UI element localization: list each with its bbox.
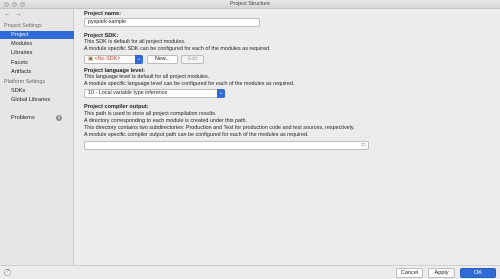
- sidebar-item-global-libraries[interactable]: Global Libraries: [0, 96, 74, 104]
- sidebar-item-libraries[interactable]: Libraries: [0, 49, 74, 57]
- compiler-output-desc-4: A module specific compiler output path c…: [84, 132, 309, 138]
- project-sdk-dropdown[interactable]: ▣ <No SDK> ⌄: [84, 55, 143, 64]
- edit-sdk-button[interactable]: Edit: [181, 55, 204, 64]
- sidebar-item-problems-label: Problems: [11, 115, 35, 121]
- project-sdk-selected: <No SDK>: [94, 56, 121, 62]
- compiler-output-input[interactable]: ▭: [84, 141, 369, 150]
- sdk-icon: ▣: [88, 56, 95, 62]
- sidebar-item-modules[interactable]: Modules: [0, 40, 74, 48]
- nav-arrows: ← →: [4, 11, 22, 18]
- language-level-desc-1: This language level is default for all p…: [84, 74, 210, 80]
- sidebar-item-artifacts[interactable]: Artifacts: [0, 68, 74, 76]
- compiler-output-label: Project compiler output:: [84, 104, 149, 110]
- project-sdk-desc-1: This SDK is default for all project modu…: [84, 39, 186, 45]
- dialog-footer: ? Cancel Apply OK: [0, 265, 500, 279]
- ok-button[interactable]: OK: [460, 268, 496, 278]
- back-arrow-icon[interactable]: ←: [4, 11, 11, 18]
- project-name-input[interactable]: pyspark-sample: [84, 18, 260, 27]
- window-title: Project Structure: [229, 1, 271, 7]
- chevron-down-icon: ⌄: [135, 55, 143, 64]
- window-titlebar: Project Structure: [0, 0, 500, 9]
- project-sdk-desc-2: A module specific SDK can be configured …: [84, 46, 271, 52]
- sidebar-item-project[interactable]: Project: [0, 31, 74, 39]
- window-controls: [4, 2, 25, 7]
- new-sdk-button[interactable]: New...: [147, 55, 178, 64]
- language-level-selected: 10 - Local variable type inference: [88, 90, 168, 96]
- compiler-output-desc-2: A directory corresponding to each module…: [84, 118, 248, 124]
- sidebar-item-facets[interactable]: Facets: [0, 59, 74, 67]
- folder-icon[interactable]: ▭: [361, 142, 366, 149]
- sidebar-item-problems[interactable]: Problems 2: [0, 114, 74, 122]
- language-level-dropdown[interactable]: 10 - Local variable type inference ⌄: [84, 89, 225, 98]
- help-button[interactable]: ?: [4, 269, 11, 276]
- language-level-desc-2: A module specific language level can be …: [84, 81, 295, 87]
- section-platform-settings: Platform Settings: [4, 79, 46, 85]
- project-name-label: Project name:: [84, 11, 121, 17]
- apply-button[interactable]: Apply: [428, 268, 455, 278]
- compiler-output-desc-3: This directory contains two subdirectori…: [84, 125, 355, 131]
- minimize-window-icon[interactable]: [12, 2, 17, 7]
- zoom-window-icon[interactable]: [20, 2, 25, 7]
- compiler-output-desc-1: This path is used to store all project c…: [84, 111, 217, 117]
- chevron-down-icon: ⌄: [217, 89, 225, 98]
- section-project-settings: Project Settings: [4, 23, 42, 29]
- cancel-button[interactable]: Cancel: [396, 268, 423, 278]
- project-settings-panel: Project name: pyspark-sample Project SDK…: [75, 9, 500, 265]
- sidebar: ← → Project Settings Project Modules Lib…: [0, 9, 74, 265]
- sidebar-item-sdks[interactable]: SDKs: [0, 87, 74, 95]
- close-window-icon[interactable]: [4, 2, 9, 7]
- problems-count-badge: 2: [56, 115, 62, 121]
- forward-arrow-icon[interactable]: →: [15, 11, 22, 18]
